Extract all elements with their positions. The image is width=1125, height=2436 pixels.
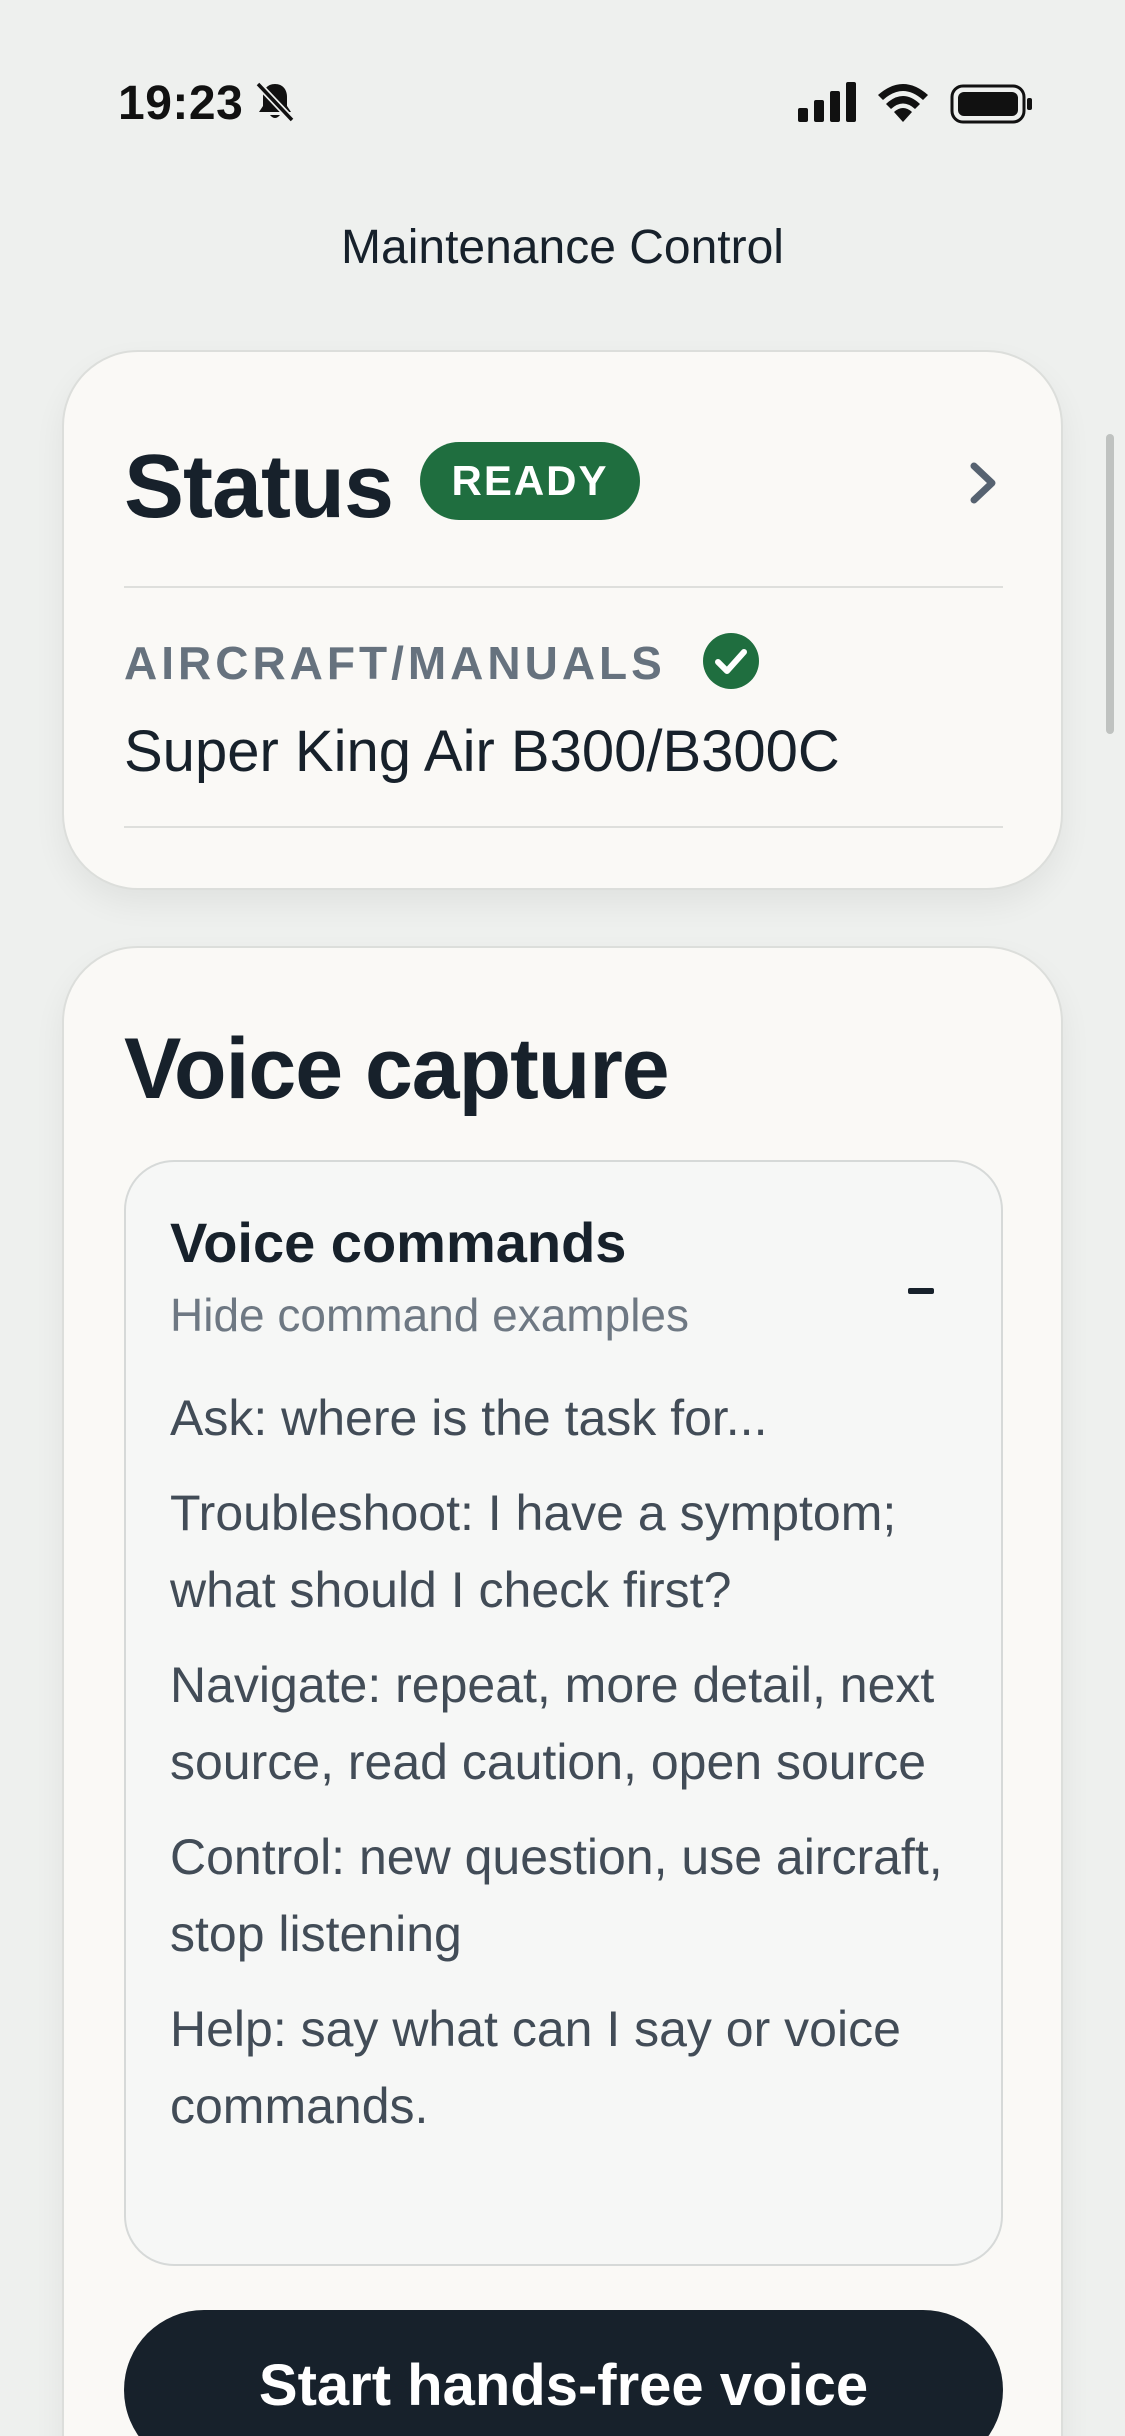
aircraft-value: Super King Air B300/B300C bbox=[124, 719, 840, 784]
check-circle-icon bbox=[703, 633, 759, 689]
status-card[interactable]: Status READY AIRCRAFT/MANUALS Super King… bbox=[62, 350, 1063, 890]
minus-icon bbox=[908, 1288, 934, 1294]
status-bar: 19:23 bbox=[0, 0, 1125, 200]
scrollbar[interactable] bbox=[1106, 434, 1114, 734]
hide-command-examples-link[interactable]: Hide command examples bbox=[170, 1288, 689, 1342]
aircraft-manuals-label: AIRCRAFT/MANUALS bbox=[124, 637, 666, 689]
list-item: Control: new question, use aircraft, sto… bbox=[170, 1829, 943, 1962]
list-item: Troubleshoot: I have a symptom; what sho… bbox=[170, 1485, 897, 1618]
command-examples-list: Ask: where is the task for... Troublesho… bbox=[170, 1380, 970, 2163]
list-item: Help: say what can I say or voice comman… bbox=[170, 2001, 901, 2134]
list-item: Navigate: repeat, more detail, next sour… bbox=[170, 1657, 935, 1790]
chevron-right-icon[interactable] bbox=[964, 456, 1004, 510]
voice-commands-panel: Voice commands Hide command examples Ask… bbox=[124, 1160, 1003, 2266]
divider bbox=[124, 586, 1003, 588]
wifi-icon bbox=[878, 84, 928, 122]
collapse-button[interactable] bbox=[896, 1272, 946, 1312]
voice-capture-card: Voice capture Voice commands Hide comman… bbox=[62, 946, 1063, 2436]
voice-capture-heading: Voice capture bbox=[124, 1021, 670, 1117]
page-title: Maintenance Control bbox=[341, 221, 784, 274]
status-heading: Status bbox=[124, 437, 394, 537]
voice-commands-heading: Voice commands bbox=[170, 1211, 627, 1274]
status-time: 19:23 bbox=[118, 77, 244, 130]
bell-slash-icon bbox=[255, 81, 295, 123]
list-item: Ask: where is the task for... bbox=[170, 1390, 768, 1446]
divider bbox=[124, 826, 1003, 828]
battery-icon bbox=[950, 84, 1032, 124]
cellular-signal-icon bbox=[798, 82, 856, 122]
status-badge: READY bbox=[420, 442, 640, 520]
start-hands-free-voice-button[interactable]: Start hands-free voice bbox=[124, 2310, 1003, 2436]
